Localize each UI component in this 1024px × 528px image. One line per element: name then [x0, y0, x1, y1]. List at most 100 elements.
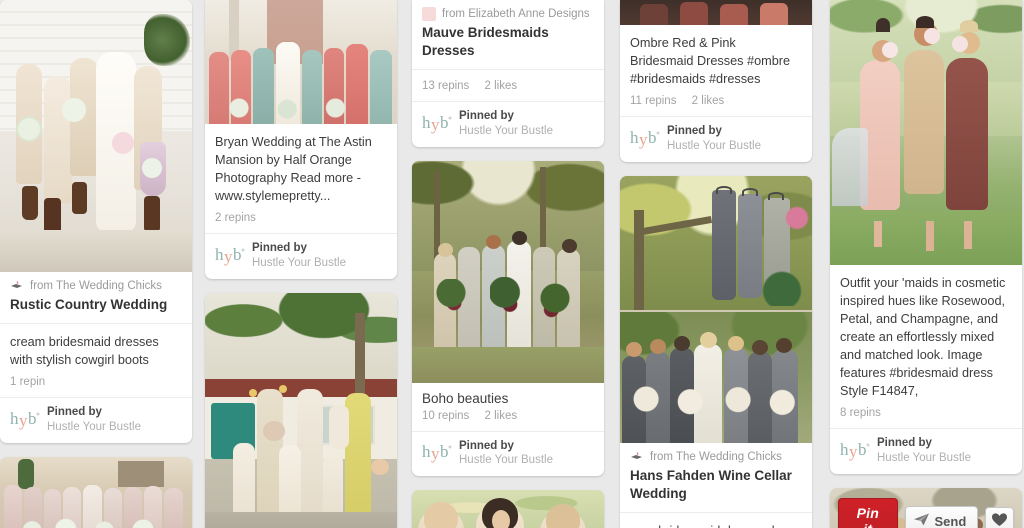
pin-card[interactable]: from The Wedding Chicks Rustic Country W… — [0, 0, 192, 443]
pin-stats: 8 repins — [830, 404, 1022, 428]
pinned-by-label: Pinned by — [667, 125, 722, 138]
pinner-text: Pinned by Hustle Your Bustle — [47, 405, 141, 435]
pin-card[interactable]: from The Wedding Chicks Hans Fahden Wine… — [620, 175, 812, 528]
pin-description: cream bridesmaid dresses with stylish co… — [10, 334, 159, 367]
pin-title-block: Boho beauties — [412, 383, 604, 410]
paper-plane-icon — [913, 513, 929, 528]
repin-count: 10 repins — [422, 409, 470, 422]
repin-count: 11 repins — [630, 95, 677, 108]
pinned-by-label: Pinned by — [252, 242, 307, 255]
pin-card[interactable] — [412, 490, 604, 528]
pinner-name: Hustle Your Bustle — [47, 420, 141, 433]
svg-text:h: h — [840, 440, 849, 459]
pin-stats: 11 repins 2 likes — [620, 92, 812, 116]
svg-text:b: b — [858, 440, 867, 459]
svg-text:b: b — [440, 442, 449, 461]
pin-image[interactable] — [620, 0, 812, 25]
hyb-logo-icon: h y b — [840, 439, 870, 463]
send-button[interactable]: Send — [904, 506, 979, 528]
send-label: Send — [934, 513, 967, 528]
pin-image[interactable] — [412, 490, 604, 528]
svg-text:h: h — [422, 113, 431, 132]
pin-card[interactable]: Ombre Red & Pink Bridesmaid Dresses #omb… — [620, 0, 812, 162]
like-count: 2 likes — [691, 95, 725, 108]
pin-source[interactable]: from The Wedding Chicks — [620, 443, 812, 466]
pin-image[interactable]: Pin it Send — [830, 488, 1022, 528]
pin-title[interactable]: Hans Fahden Wine Cellar Wedding — [620, 466, 812, 512]
pin-stats: 10 repins 2 likes — [412, 410, 604, 431]
svg-text:b: b — [28, 409, 37, 428]
pin-source-label: from The Wedding Chicks — [650, 450, 782, 463]
board-column-4: Ombre Red & Pink Bridesmaid Dresses #omb… — [620, 0, 812, 528]
pin-stats: 1 repin — [0, 373, 192, 397]
pinned-by-label: Pinned by — [459, 109, 514, 122]
hyb-logo-icon: h y b — [10, 408, 40, 432]
repin-count: 2 repins — [215, 212, 256, 225]
pinner-text: Pinned by Hustle Your Bustle — [667, 124, 761, 154]
pin-image[interactable] — [0, 0, 192, 272]
svg-text:y: y — [19, 411, 28, 430]
repin-count: 13 repins — [422, 79, 470, 92]
pin-description: Outfit your 'maids in cosmetic inspired … — [840, 276, 1006, 399]
pin-description: Ombre Red & Pink Bridesmaid Dresses #omb… — [630, 36, 791, 87]
pinner-row[interactable]: h y b Pinned by Hustle Your Bustle — [412, 432, 604, 477]
like-heart-button[interactable] — [985, 506, 1014, 528]
pinner-text: Pinned by Hustle Your Bustle — [252, 241, 346, 271]
pinner-name: Hustle Your Bustle — [459, 124, 553, 137]
pinner-row[interactable]: h y b Pinned by Hustle Your Bustle — [830, 429, 1022, 474]
pin-hover-actions[interactable]: Pin it Send — [838, 498, 1014, 528]
hyb-logo-icon: h y b — [422, 112, 452, 136]
heart-icon — [992, 512, 1008, 528]
svg-text:b: b — [648, 128, 657, 147]
pinner-name: Hustle Your Bustle — [877, 452, 971, 465]
pinner-row[interactable]: h y b Pinned by Hustle Your Bustle — [412, 102, 604, 147]
pinner-row[interactable]: h y b Pinned by Hustle Your Bustle — [205, 234, 397, 279]
pin-card[interactable] — [205, 293, 397, 528]
pin-title[interactable]: Boho beauties — [422, 391, 594, 406]
pin-card[interactable]: Boho beauties 10 repins 2 likes h y b Pi… — [412, 160, 604, 477]
pin-image[interactable] — [0, 456, 192, 528]
pin-image[interactable] — [830, 0, 1022, 265]
bird-favicon — [630, 450, 644, 464]
svg-text:b: b — [233, 245, 242, 264]
pinner-row[interactable]: h y b Pinned by Hustle Your Bustle — [620, 117, 812, 162]
pin-image[interactable] — [205, 0, 397, 124]
svg-text:y: y — [431, 444, 440, 463]
pinit-button[interactable]: Pin it — [838, 498, 898, 528]
like-count: 2 likes — [484, 79, 518, 92]
pin-card[interactable]: from Elizabeth Anne Designs Mauve Brides… — [412, 0, 604, 147]
svg-text:h: h — [10, 409, 19, 428]
pin-title[interactable]: Mauve Bridesmaids Dresses — [412, 23, 604, 69]
board-column-1: from The Wedding Chicks Rustic Country W… — [0, 0, 192, 528]
pinner-row[interactable]: h y b Pinned by Hustle Your Bustle — [0, 398, 192, 443]
hyb-logo-icon: h y b — [630, 127, 660, 151]
pin-description: grey bridesmaid dresses by Monique Lhuil… — [620, 513, 812, 528]
pinner-name: Hustle Your Bustle — [459, 454, 553, 467]
pin-card[interactable] — [0, 456, 192, 528]
pin-source-label: from The Wedding Chicks — [30, 280, 162, 292]
pin-image[interactable] — [412, 160, 604, 383]
pin-card[interactable]: Outfit your 'maids in cosmetic inspired … — [830, 0, 1022, 475]
hyb-logo-icon: h y b — [422, 441, 452, 465]
pin-title[interactable]: Rustic Country Wedding — [0, 295, 192, 323]
svg-text:y: y — [639, 130, 648, 149]
pin-board-grid: from The Wedding Chicks Rustic Country W… — [0, 0, 1024, 528]
pin-image[interactable] — [205, 293, 397, 528]
pinner-name: Hustle Your Bustle — [667, 140, 761, 153]
svg-text:h: h — [630, 128, 639, 147]
pinner-name: Hustle Your Bustle — [252, 257, 346, 270]
bird-favicon — [10, 279, 24, 293]
svg-text:h: h — [215, 245, 224, 264]
svg-text:y: y — [849, 442, 858, 461]
pin-card[interactable]: Bryan Wedding at The Astin Mansion by Ha… — [205, 0, 397, 279]
pin-card-hovered[interactable]: Pin it Send — [830, 488, 1022, 528]
pinner-text: Pinned by Hustle Your Bustle — [459, 109, 553, 139]
pin-stats: 2 repins — [205, 209, 397, 233]
pinned-by-label: Pinned by — [459, 439, 514, 452]
pin-source[interactable]: from Elizabeth Anne Designs — [412, 0, 604, 23]
pinner-text: Pinned by Hustle Your Bustle — [459, 439, 553, 469]
svg-text:y: y — [224, 247, 233, 266]
pin-source[interactable]: from The Wedding Chicks — [0, 272, 192, 295]
pin-image[interactable] — [620, 175, 812, 443]
pin-stats: 13 repins 2 likes — [412, 70, 604, 101]
